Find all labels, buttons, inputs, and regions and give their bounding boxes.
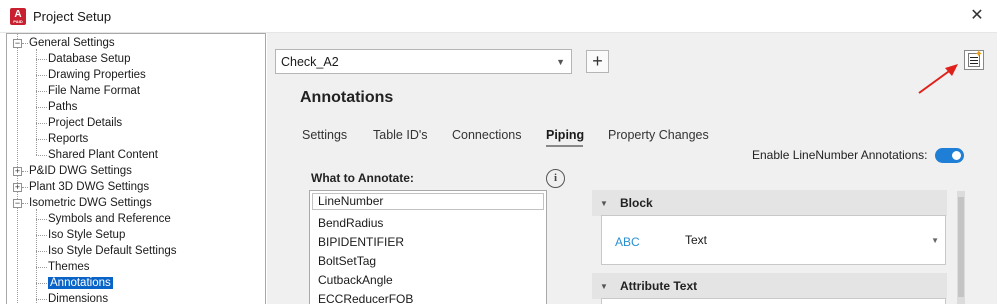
- page-title: Annotations: [300, 89, 394, 106]
- attribute-text-header-label: Attribute Text: [620, 279, 698, 293]
- title-bar: A P&ID Project Setup ✕: [0, 0, 997, 33]
- tree-item-shared-plant-content[interactable]: Shared Plant Content: [48, 147, 158, 163]
- tab-table-id-s[interactable]: Table ID's: [373, 128, 428, 142]
- tree-item-symbols-and-reference[interactable]: Symbols and Reference: [48, 211, 171, 227]
- tree-item-label: General Settings: [29, 37, 115, 49]
- list-item[interactable]: BIPIDENTIFIER: [318, 235, 404, 249]
- tree-item-label: Isometric DWG Settings: [29, 197, 152, 209]
- expand-icon[interactable]: +: [13, 167, 22, 176]
- attribute-text-box: [601, 298, 946, 304]
- tab-piping[interactable]: Piping: [546, 128, 584, 142]
- block-header-label: Block: [620, 196, 653, 210]
- tree-item-label: Symbols and Reference: [48, 213, 171, 225]
- vertical-scrollbar[interactable]: [957, 191, 965, 304]
- add-style-button[interactable]: +: [586, 50, 609, 73]
- tree-item-iso-style-setup[interactable]: Iso Style Setup: [48, 227, 125, 243]
- text-block-preview-icon: ABC: [615, 235, 640, 249]
- tree-item-label: Plant 3D DWG Settings: [29, 181, 150, 193]
- tree-item-label: Iso Style Default Settings: [48, 245, 177, 257]
- export-settings-icon[interactable]: ✦: [964, 49, 984, 70]
- close-button[interactable]: ✕: [965, 5, 989, 29]
- list-item[interactable]: ECCReducerFOB: [318, 292, 413, 304]
- content-panel: Check_A2 ▼ + ✦ Annotations Settings Table…: [267, 33, 997, 304]
- app-logo-icon: A P&ID: [10, 8, 26, 25]
- tree-item-plant-3d-dwg-settings[interactable]: Plant 3D DWG Settings: [29, 179, 149, 195]
- tree-item-label: Project Details: [48, 117, 123, 129]
- collapse-icon[interactable]: −: [13, 39, 22, 48]
- tree-item-themes[interactable]: Themes: [48, 259, 90, 275]
- tree-item-label: Database Setup: [48, 53, 131, 65]
- tree-item-project-details[interactable]: Project Details: [48, 115, 122, 131]
- block-selector[interactable]: ABC Text ▼: [601, 215, 946, 265]
- tree-item-label: Themes: [48, 261, 90, 273]
- tree-item-label: Dimensions: [48, 293, 109, 304]
- tree-item-drawing-properties[interactable]: Drawing Properties: [48, 67, 146, 83]
- window-title: Project Setup: [33, 9, 112, 24]
- tree-item-label: Annotations: [48, 277, 113, 289]
- info-icon[interactable]: i: [546, 169, 565, 188]
- tab-property-changes[interactable]: Property Changes: [608, 128, 709, 142]
- collapse-caret-icon: ▼: [600, 282, 608, 291]
- tree-item-label: Reports: [48, 133, 89, 145]
- tab-connections[interactable]: Connections: [452, 128, 522, 142]
- tree-item-annotations[interactable]: Annotations: [48, 275, 113, 291]
- tree-item-file-name-format[interactable]: File Name Format: [48, 83, 140, 99]
- tree-item-isometric-dwg-settings[interactable]: Isometric DWG Settings: [29, 195, 152, 211]
- annotate-filter-input[interactable]: LineNumber: [312, 193, 544, 210]
- tree-item-reports[interactable]: Reports: [48, 131, 88, 147]
- tree-item-label: Drawing Properties: [48, 69, 146, 81]
- block-panel-header[interactable]: ▼ Block: [592, 190, 947, 216]
- tree-item-database-setup[interactable]: Database Setup: [48, 51, 130, 67]
- enable-linenumber-label: Enable LineNumber Annotations:: [752, 148, 928, 162]
- style-combo-value: Check_A2: [281, 55, 339, 69]
- chevron-down-icon: ▼: [931, 236, 939, 245]
- active-tab-indicator: [546, 145, 583, 147]
- tree-item-iso-style-default-settings[interactable]: Iso Style Default Settings: [48, 243, 176, 259]
- tab-settings[interactable]: Settings: [302, 128, 347, 142]
- tree-item-label: P&ID DWG Settings: [29, 165, 132, 177]
- tree-item-dimensions[interactable]: Dimensions: [48, 291, 108, 304]
- tree-item-label: Iso Style Setup: [48, 229, 126, 241]
- expand-icon[interactable]: +: [13, 183, 22, 192]
- enable-linenumber-toggle[interactable]: [935, 148, 964, 163]
- settings-tree[interactable]: General Settings − Database Setup Drawing P…: [6, 33, 266, 304]
- collapse-icon[interactable]: −: [13, 199, 22, 208]
- tree-item-p-id-dwg-settings[interactable]: P&ID DWG Settings: [29, 163, 132, 179]
- tree-item-label: Shared Plant Content: [48, 149, 158, 161]
- list-item[interactable]: CutbackAngle: [318, 273, 393, 287]
- list-item[interactable]: BoltSetTag: [318, 254, 376, 268]
- tree-item-paths[interactable]: Paths: [48, 99, 77, 115]
- tree-item-general-settings[interactable]: General Settings: [29, 35, 115, 51]
- block-type-value: Text: [685, 233, 708, 247]
- style-combo[interactable]: Check_A2 ▼: [275, 49, 572, 74]
- what-to-annotate-label: What to Annotate:: [311, 171, 414, 185]
- tree-item-label: Paths: [48, 101, 78, 113]
- attribute-text-panel-header[interactable]: ▼ Attribute Text: [592, 273, 947, 299]
- annotate-list[interactable]: LineNumber BendRadius BIPIDENTIFIER BoltSe…: [309, 190, 547, 304]
- collapse-caret-icon: ▼: [600, 199, 608, 208]
- list-item[interactable]: BendRadius: [318, 216, 383, 230]
- chevron-down-icon: ▼: [556, 57, 565, 67]
- tree-item-label: File Name Format: [48, 85, 141, 97]
